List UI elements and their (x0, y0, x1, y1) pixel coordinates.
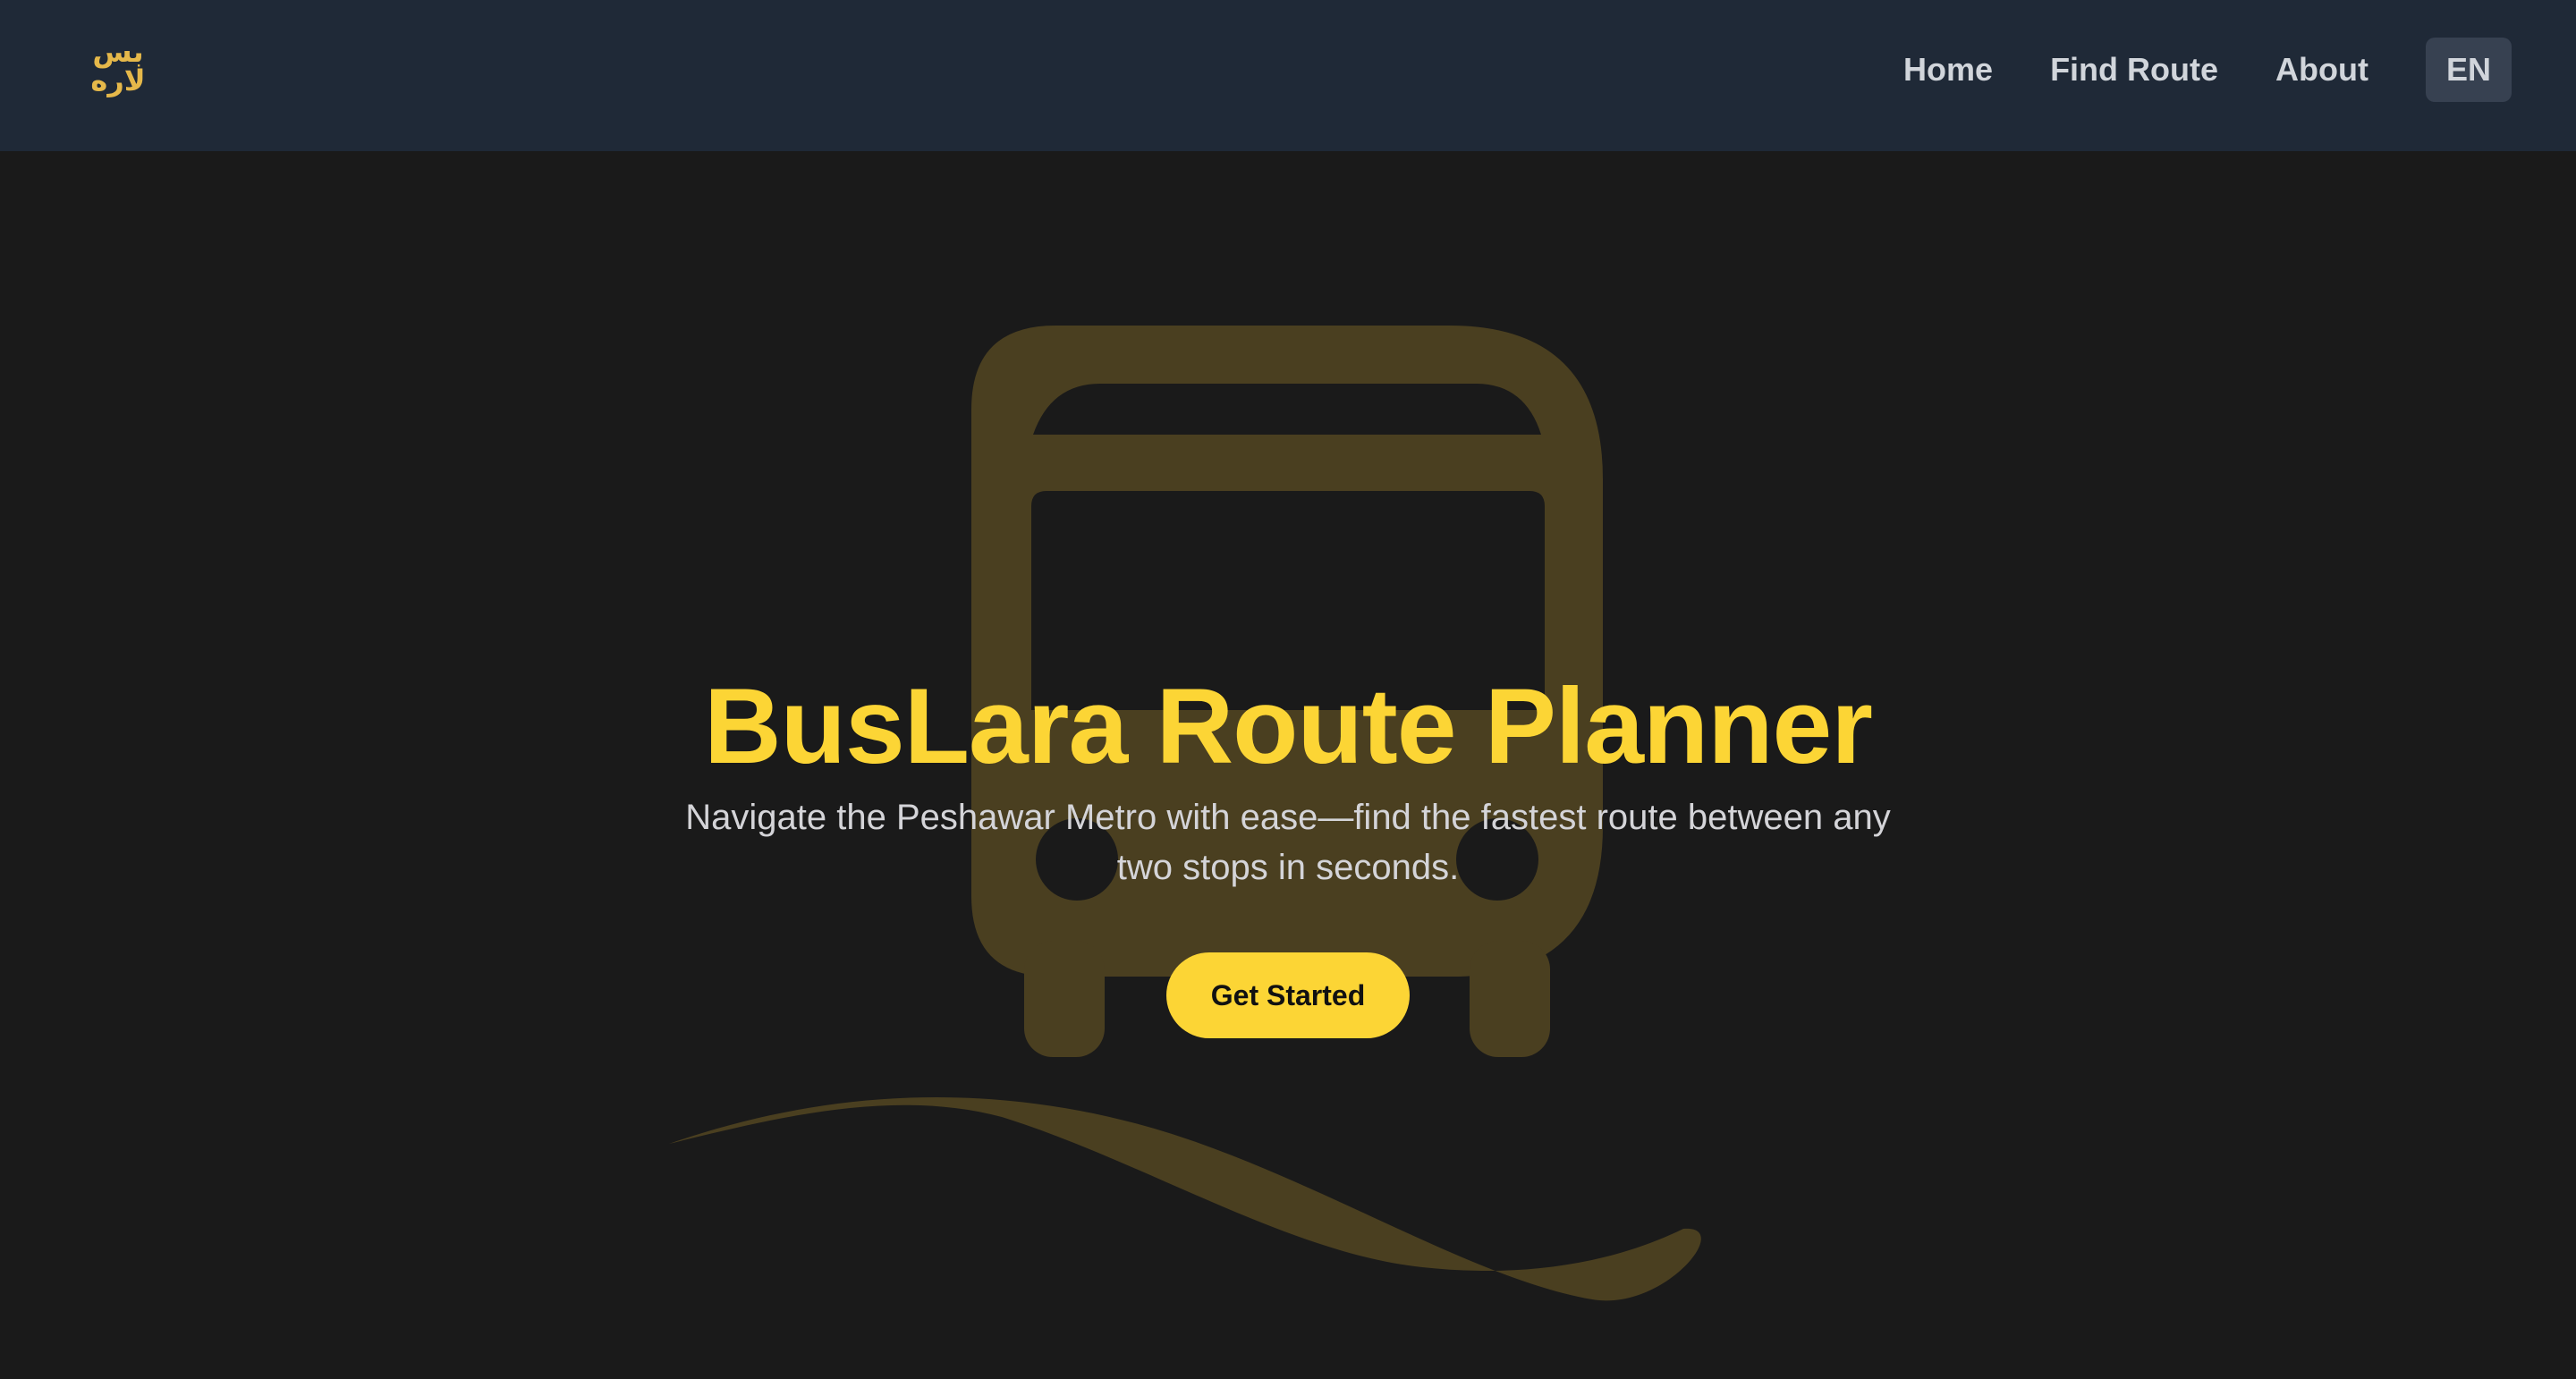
hero-subtitle: Navigate the Peshawar Metro with ease—fi… (685, 798, 1891, 887)
get-started-button[interactable]: Get Started (1166, 952, 1410, 1038)
logo-line-1: بس (92, 35, 144, 69)
logo-line-2: لاره (90, 63, 146, 97)
nav-links: Home Find Route About EN (1903, 38, 2512, 102)
navbar: بس لاره Home Find Route About EN (0, 0, 2576, 151)
brand-logo[interactable]: بس لاره (89, 38, 147, 95)
nav-link-about[interactable]: About (2275, 38, 2368, 102)
nav-link-find-route[interactable]: Find Route (2050, 38, 2218, 102)
hero-title: BusLara Route Planner (704, 666, 1873, 786)
language-toggle-button[interactable]: EN (2426, 38, 2512, 102)
nav-link-home[interactable]: Home (1903, 38, 1993, 102)
hero-section: BusLara Route Planner Navigate the Pesha… (0, 151, 2576, 1379)
